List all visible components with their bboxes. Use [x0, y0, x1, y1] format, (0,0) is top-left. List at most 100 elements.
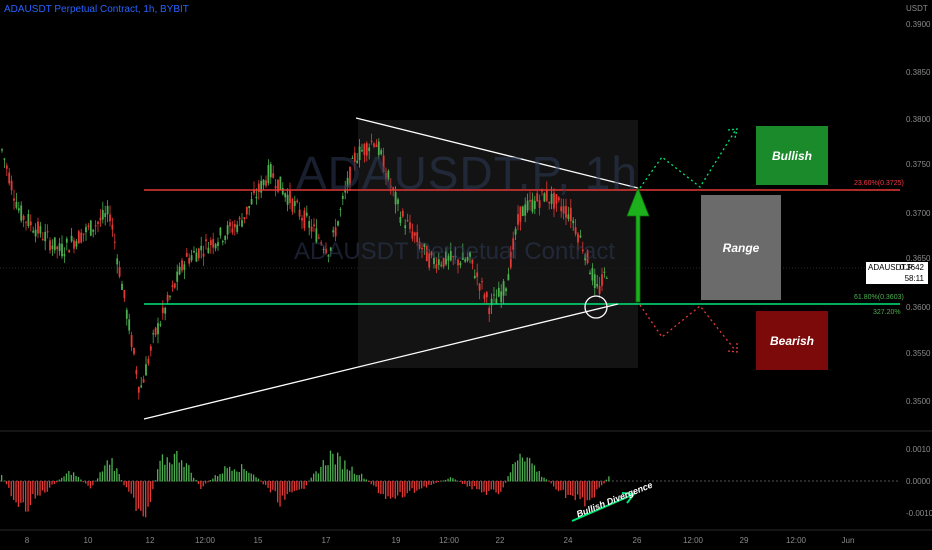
osc-bar	[507, 476, 509, 482]
candle-body	[89, 220, 92, 236]
candle-body	[521, 206, 524, 216]
candle-body	[241, 220, 243, 227]
osc-bar	[466, 481, 468, 487]
osc-bar	[548, 481, 550, 482]
candle-body	[332, 230, 335, 233]
candle-body	[229, 222, 231, 227]
candle-body	[121, 283, 123, 290]
osc-bar	[133, 481, 135, 498]
candle-body	[109, 214, 111, 222]
osc-bar	[118, 474, 120, 482]
candle-body	[476, 272, 479, 278]
candle-body	[34, 229, 37, 237]
candle-body	[73, 240, 75, 249]
osc-bar	[512, 463, 514, 482]
candle-body	[562, 206, 565, 214]
chart-canvas[interactable]	[0, 0, 932, 550]
candle-body	[75, 241, 78, 247]
osc-bar	[577, 481, 579, 495]
osc-bar	[176, 450, 178, 482]
osc-bar	[495, 481, 497, 493]
osc-bar	[385, 481, 387, 500]
osc-bar	[89, 481, 92, 489]
candle-body	[406, 220, 409, 222]
osc-bar	[401, 481, 404, 498]
symbol-header[interactable]: ADAUSDT Perpetual Contract, 1h, BYBIT	[4, 4, 189, 15]
osc-bar	[598, 481, 600, 488]
range-box[interactable]: Range	[701, 195, 781, 300]
osc-bar	[46, 481, 48, 492]
candle-body	[61, 243, 63, 257]
osc-bar	[193, 477, 195, 482]
candle-body	[279, 176, 282, 190]
candle-body	[1, 149, 3, 151]
candle-body	[548, 201, 551, 204]
osc-bar	[322, 460, 324, 482]
candle-body	[22, 215, 25, 220]
price-tick: 0.3750	[906, 160, 931, 169]
price-tick: 0.3800	[906, 115, 931, 124]
chart-window[interactable]: ADAUSDT.P, 1h ADAUSDT Perpetual Contract…	[0, 0, 932, 550]
candle-body	[157, 323, 159, 335]
candle-body	[185, 252, 188, 257]
osc-bar	[298, 481, 300, 490]
bearish-box[interactable]: Bearish	[756, 311, 828, 370]
osc-bar	[445, 479, 447, 482]
osc-bar	[337, 452, 339, 482]
osc-bar	[447, 478, 449, 482]
osc-bar	[20, 481, 22, 503]
osc-bar	[310, 477, 312, 482]
fib-lower-label: 61.80%(0.3603)	[854, 294, 904, 301]
bullish-box[interactable]: Bullish	[756, 126, 828, 185]
osc-bar	[27, 481, 29, 512]
candle-body	[533, 200, 536, 209]
candle-body	[205, 239, 207, 242]
candle-body	[29, 221, 32, 226]
osc-bar	[320, 466, 322, 482]
osc-bar	[41, 481, 44, 491]
candle-body	[591, 268, 594, 281]
osc-bar	[111, 458, 113, 482]
osc-bar	[560, 481, 562, 491]
candle-body	[99, 217, 102, 221]
osc-bar	[75, 476, 77, 482]
osc-bar	[428, 481, 430, 485]
candle-body	[308, 221, 311, 228]
osc-bar	[137, 481, 140, 509]
osc-bar	[344, 460, 346, 482]
osc-bar	[128, 481, 130, 492]
osc-bar	[255, 477, 257, 482]
candle-body	[195, 252, 198, 262]
osc-bar	[341, 469, 344, 482]
osc-bar	[3, 480, 5, 482]
price-tick: 0.3700	[906, 209, 931, 218]
osc-bar	[5, 481, 8, 485]
osc-bar	[483, 481, 485, 492]
price-tag-countdown: 58:11	[904, 274, 924, 283]
osc-bar	[389, 481, 392, 499]
candle-body	[106, 205, 109, 215]
osc-bar	[51, 481, 53, 485]
osc-bar	[171, 464, 173, 482]
candle-body	[413, 232, 416, 236]
candle-body	[80, 232, 83, 243]
osc-bar	[32, 481, 34, 494]
osc-bar	[605, 479, 608, 482]
candle-body	[118, 267, 121, 277]
osc-bar	[212, 478, 214, 482]
osc-bar	[233, 469, 236, 482]
candle-body	[500, 291, 503, 303]
osc-bar	[195, 479, 197, 482]
candle-body	[262, 179, 265, 186]
candle-body	[255, 196, 258, 199]
osc-bar	[61, 477, 63, 482]
candle-body	[41, 239, 44, 241]
candle-body	[142, 379, 145, 383]
osc-bar	[209, 480, 212, 482]
osc-bar	[147, 481, 149, 507]
candle-body	[5, 165, 8, 169]
candle-body	[245, 206, 248, 215]
candle-body	[565, 206, 567, 218]
price-tick: 0.3500	[906, 397, 931, 406]
osc-bar	[334, 464, 336, 482]
